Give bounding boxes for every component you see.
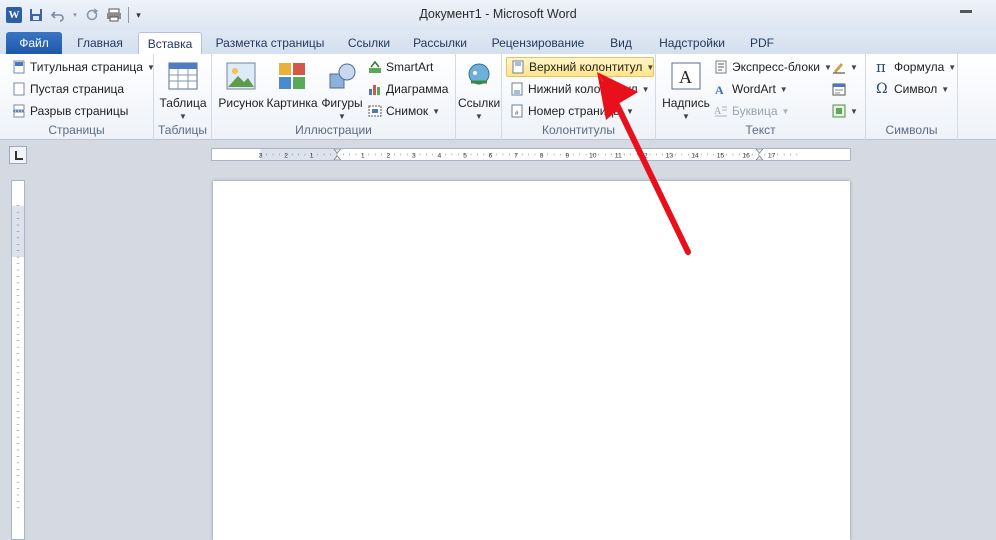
red-arrow-annotation xyxy=(597,72,691,255)
